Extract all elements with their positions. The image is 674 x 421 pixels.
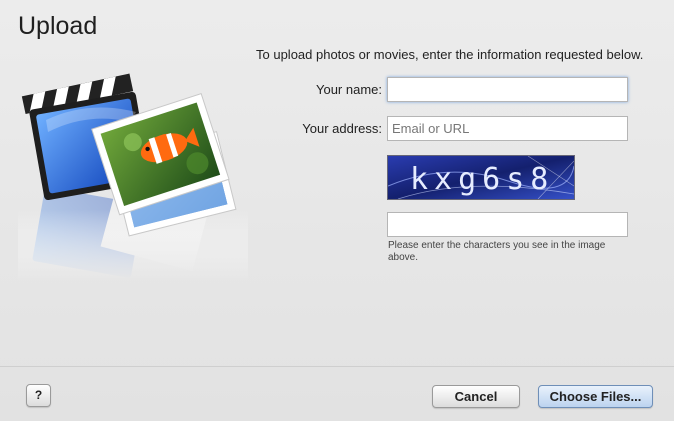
- cancel-button[interactable]: Cancel: [432, 385, 520, 408]
- captcha-image: kxg6s8: [387, 155, 575, 200]
- name-label: Your name:: [315, 82, 382, 97]
- address-field[interactable]: [387, 116, 628, 141]
- captcha-hint: Please enter the characters you see in t…: [388, 240, 606, 263]
- captcha-field[interactable]: [387, 212, 628, 237]
- window-title: Upload: [18, 12, 98, 40]
- help-button[interactable]: ?: [26, 384, 51, 407]
- name-field[interactable]: [387, 77, 628, 102]
- footer-divider: [0, 366, 674, 367]
- intro-text: To upload photos or movies, enter the in…: [256, 47, 644, 62]
- captcha-text: kxg6s8: [410, 162, 554, 197]
- choose-files-button[interactable]: Choose Files...: [538, 385, 653, 408]
- address-label: Your address:: [302, 121, 382, 136]
- media-hero-illustration: [18, 50, 248, 280]
